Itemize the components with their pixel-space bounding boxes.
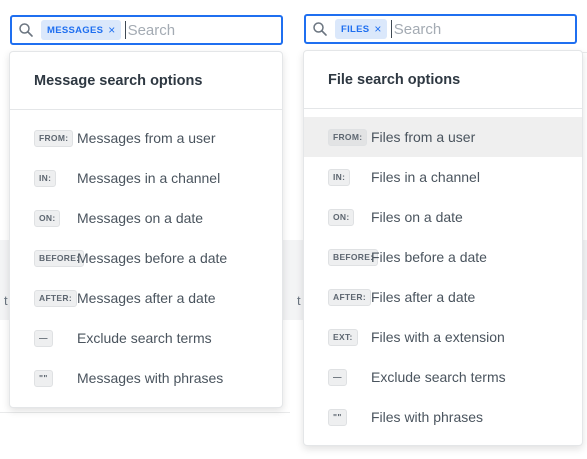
- option-label: Files in a channel: [371, 169, 480, 185]
- option-badge: AFTER:: [34, 289, 77, 307]
- option-files-from[interactable]: FROM: Files from a user: [304, 117, 582, 157]
- option-label: Messages with phrases: [77, 370, 224, 386]
- option-messages-before[interactable]: BEFORE: Messages before a date: [10, 238, 282, 278]
- files-filter-chip[interactable]: FILES ×: [335, 19, 387, 39]
- option-files-on[interactable]: ON: Files on a date: [304, 197, 582, 237]
- search-icon: [313, 22, 327, 36]
- messages-filter-chip[interactable]: MESSAGES ×: [41, 20, 121, 40]
- message-search-bar[interactable]: MESSAGES ×: [10, 15, 283, 45]
- panel-title: Message search options: [10, 52, 282, 110]
- option-badge: AFTER:: [328, 288, 371, 306]
- chip-label: FILES: [341, 23, 370, 35]
- file-options-list: FROM: Files from a user IN: Files in a c…: [304, 109, 582, 437]
- option-label: Messages in a channel: [77, 170, 221, 186]
- file-search-options-panel: File search options FROM: Files from a u…: [303, 50, 583, 446]
- option-badge: FROM:: [328, 128, 368, 146]
- option-badge: ON:: [328, 208, 355, 226]
- option-label: Messages on a date: [77, 210, 204, 226]
- option-badge: "": [328, 408, 347, 426]
- option-badge: —: [34, 329, 53, 347]
- search-icon: [19, 23, 33, 37]
- option-badge: IN:: [328, 168, 351, 186]
- option-label: Files after a date: [371, 289, 476, 305]
- option-label: Files from a user: [371, 129, 476, 145]
- panel-title: File search options: [304, 51, 582, 109]
- option-label: Files on a date: [371, 209, 463, 225]
- background-text-right: t: [297, 293, 301, 308]
- chip-label: MESSAGES: [47, 24, 104, 36]
- option-messages-phrases[interactable]: "" Messages with phrases: [10, 358, 282, 398]
- option-label: Exclude search terms: [77, 330, 212, 346]
- option-badge: "": [34, 369, 53, 387]
- option-label: Exclude search terms: [371, 369, 506, 385]
- option-label: Messages before a date: [77, 250, 228, 266]
- option-badge: —: [328, 368, 347, 386]
- option-files-in[interactable]: IN: Files in a channel: [304, 157, 582, 197]
- remove-chip-icon[interactable]: ×: [108, 24, 115, 36]
- option-label: Messages from a user: [77, 130, 216, 146]
- option-files-after[interactable]: AFTER: Files after a date: [304, 277, 582, 317]
- option-messages-on[interactable]: ON: Messages on a date: [10, 198, 282, 238]
- option-label: Files with a extension: [371, 329, 505, 345]
- option-badge: EXT:: [328, 328, 358, 346]
- option-exclude-terms[interactable]: — Exclude search terms: [10, 318, 282, 358]
- option-label: Messages after a date: [77, 290, 216, 306]
- option-files-extension[interactable]: EXT: Files with a extension: [304, 317, 582, 357]
- remove-chip-icon[interactable]: ×: [374, 23, 381, 35]
- option-messages-after[interactable]: AFTER: Messages after a date: [10, 278, 282, 318]
- option-label: Files before a date: [371, 249, 487, 265]
- option-badge: IN:: [34, 169, 57, 187]
- background-text-left: t: [4, 293, 8, 308]
- option-badge: ON:: [34, 209, 61, 227]
- option-files-before[interactable]: BEFORE: Files before a date: [304, 237, 582, 277]
- option-badge: FROM:: [34, 129, 74, 147]
- background-divider-bottom: [0, 412, 290, 413]
- option-messages-from[interactable]: FROM: Messages from a user: [10, 118, 282, 158]
- option-exclude-terms[interactable]: — Exclude search terms: [304, 357, 582, 397]
- option-messages-in[interactable]: IN: Messages in a channel: [10, 158, 282, 198]
- option-label: Files with phrases: [371, 409, 484, 425]
- message-search-input[interactable]: [124, 21, 255, 39]
- message-search-options-panel: Message search options FROM: Messages fr…: [9, 51, 283, 408]
- message-options-list: FROM: Messages from a user IN: Messages …: [10, 110, 282, 398]
- file-search-input[interactable]: [390, 20, 521, 38]
- option-files-phrases[interactable]: "" Files with phrases: [304, 397, 582, 437]
- file-search-bar[interactable]: FILES ×: [304, 14, 577, 44]
